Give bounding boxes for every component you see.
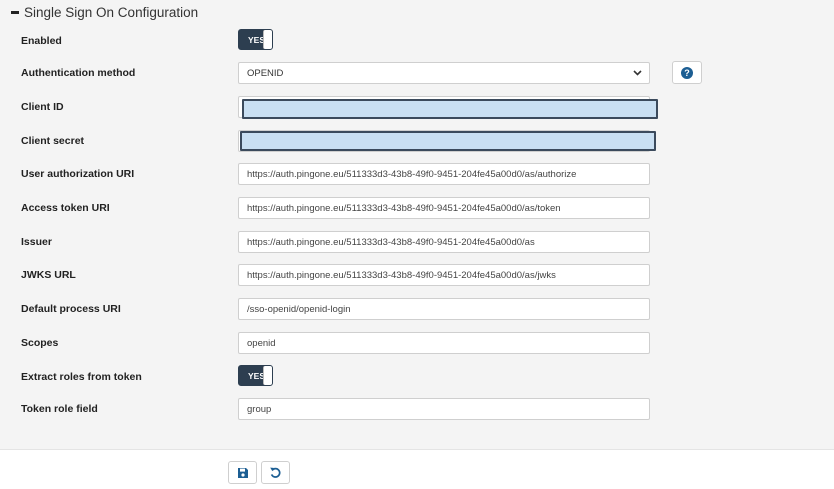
extract-roles-label: Extract roles from token [21,371,142,383]
user-auth-uri-label: User authorization URI [21,168,135,180]
token-role-field-label: Token role field [21,403,98,415]
enabled-toggle[interactable]: YES [238,29,273,50]
jwks-url-label: JWKS URL [21,269,76,281]
save-button[interactable] [228,461,257,484]
floppy-disk-icon [237,467,248,478]
minus-icon[interactable] [11,11,19,14]
user-auth-uri-input[interactable] [238,163,650,185]
section-header[interactable]: Single Sign On Configuration [11,5,198,20]
scopes-input[interactable] [238,332,650,354]
access-token-uri-label: Access token URI [21,202,110,214]
question-circle-icon: ? [681,66,693,79]
sso-config-panel: Single Sign On Configuration Enabled YES… [0,0,834,450]
token-role-field-input[interactable] [238,398,650,420]
issuer-input[interactable] [238,231,650,253]
auth-method-value: OPENID [247,67,284,79]
toggle-knob [263,366,272,385]
client-secret-label: Client secret [21,135,85,147]
section-title: Single Sign On Configuration [24,5,199,20]
client-id-input[interactable] [242,99,658,119]
reset-button[interactable] [261,461,290,484]
toggle-knob [263,30,272,49]
auth-method-label: Authentication method [21,67,136,79]
extract-roles-toggle[interactable]: YES [238,365,273,386]
chevron-down-icon [633,70,642,76]
client-id-label: Client ID [21,101,64,113]
auth-method-select[interactable]: OPENID [238,62,650,84]
enabled-label: Enabled [21,35,62,47]
client-secret-input[interactable] [240,131,656,151]
default-process-uri-label: Default process URI [21,303,121,315]
issuer-label: Issuer [21,236,52,248]
jwks-url-input[interactable] [238,264,650,286]
default-process-uri-input[interactable] [238,298,650,320]
undo-icon [270,467,281,478]
help-button[interactable]: ? [672,61,702,84]
scopes-label: Scopes [21,337,59,349]
access-token-uri-input[interactable] [238,197,650,219]
